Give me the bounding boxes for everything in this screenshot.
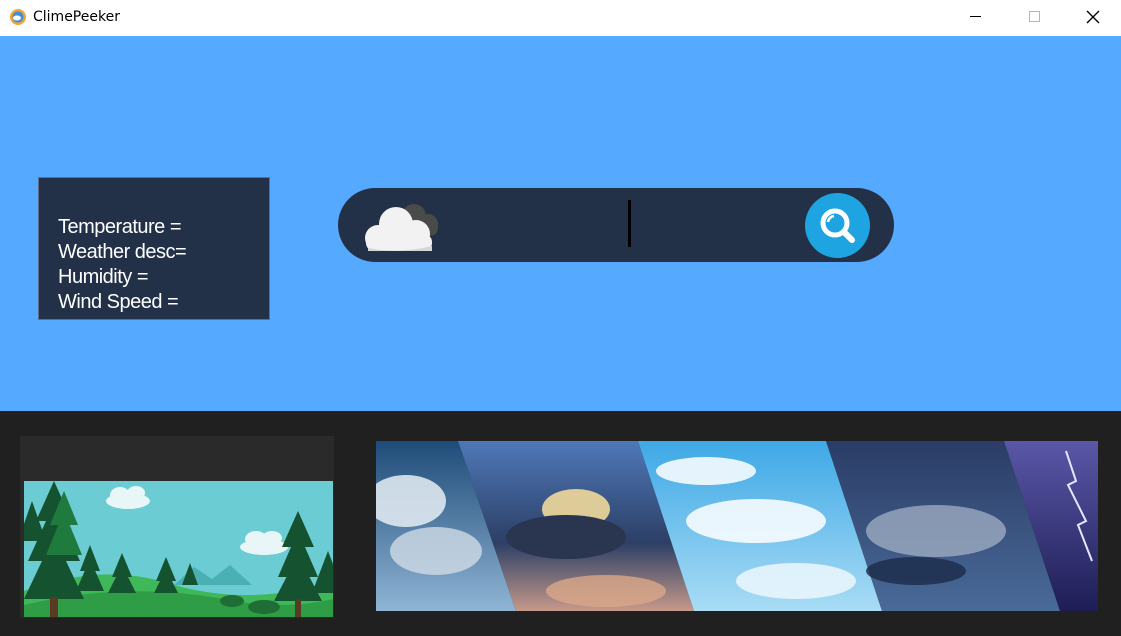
search-icon (820, 208, 855, 243)
minimize-button[interactable] (946, 0, 1004, 34)
maximize-icon (1029, 11, 1040, 22)
temperature-label: Temperature = (58, 216, 182, 238)
window-title: ClimePeeker (33, 9, 120, 25)
maximize-button[interactable] (1005, 0, 1063, 34)
weather-description-label: Weather desc= (58, 241, 187, 263)
weather-info-panel: Temperature = Weather desc= Humidity = W… (38, 177, 270, 320)
weather-collage-image (376, 441, 1098, 611)
minimize-icon (970, 16, 981, 17)
close-icon (1086, 10, 1100, 24)
title-bar: ClimePeeker (0, 0, 1121, 36)
cloud-icon (365, 204, 438, 251)
search-bar (338, 188, 894, 262)
landscape-image (24, 481, 333, 617)
search-button[interactable] (805, 193, 870, 258)
app-icon (10, 9, 26, 25)
close-button[interactable] (1063, 0, 1121, 34)
text-cursor (628, 200, 631, 247)
humidity-label: Humidity = (58, 266, 149, 288)
wind-speed-label: Wind Speed = (58, 291, 179, 313)
